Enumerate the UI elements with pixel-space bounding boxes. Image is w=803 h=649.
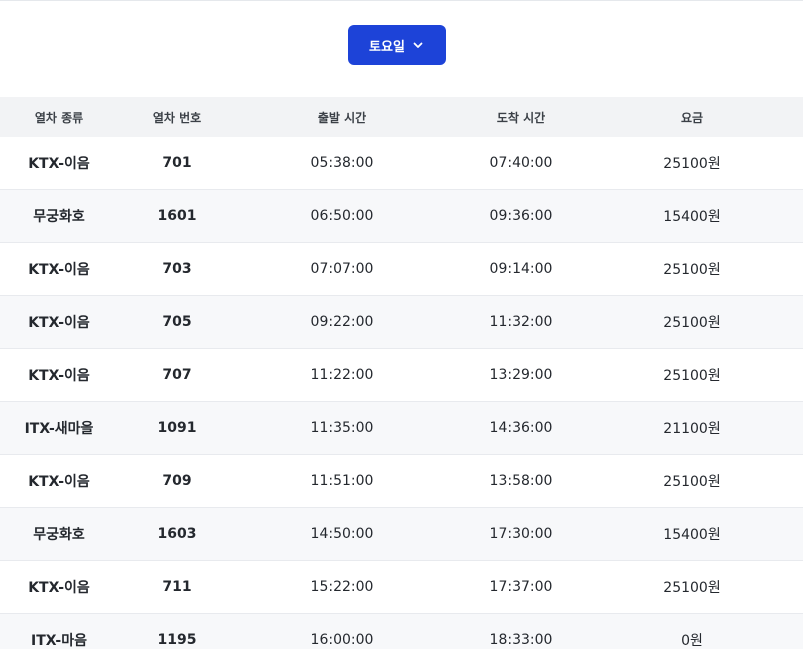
cell-train-number: 709 [162,473,192,489]
cell-train-number: 707 [162,367,192,383]
cell-train-type: KTX-이음 [28,262,90,278]
table-row[interactable]: ITX-마음 1195 16:00:00 18:33:00 0원 [0,614,803,649]
cell-arrival-time: 11:32:00 [489,314,553,330]
cell-train-type: KTX-이음 [28,580,90,596]
cell-fare: 15400원 [663,209,721,225]
cell-arrival-time: 09:14:00 [489,261,553,277]
cell-fare: 0원 [681,633,703,649]
cell-train-number: 1195 [157,632,197,648]
table-row[interactable]: KTX-이음 707 11:22:00 13:29:00 25100원 [0,349,803,402]
cell-train-type: KTX-이음 [28,474,90,490]
chevron-down-icon [413,42,423,48]
cell-fare: 25100원 [663,315,721,331]
header-departure-time: 출발 시간 [317,110,367,125]
header-train-type: 열차 종류 [34,110,84,125]
header-fare: 요금 [680,110,704,125]
cell-departure-time: 06:50:00 [310,208,374,224]
cell-train-type: 무궁화호 [33,209,85,225]
table-row[interactable]: KTX-이음 709 11:51:00 13:58:00 25100원 [0,455,803,508]
cell-departure-time: 11:51:00 [310,473,374,489]
cell-departure-time: 11:35:00 [310,420,374,436]
table-row[interactable]: 무궁화호 1601 06:50:00 09:36:00 15400원 [0,190,803,243]
cell-departure-time: 16:00:00 [310,632,374,648]
cell-arrival-time: 13:58:00 [489,473,553,489]
cell-train-type: ITX-마음 [31,633,87,649]
table-row[interactable]: 무궁화호 1603 14:50:00 17:30:00 15400원 [0,508,803,561]
cell-train-number: 1091 [157,420,197,436]
cell-arrival-time: 17:30:00 [489,526,553,542]
cell-departure-time: 07:07:00 [310,261,374,277]
cell-train-type: KTX-이음 [28,368,90,384]
cell-arrival-time: 13:29:00 [489,367,553,383]
cell-train-type: KTX-이음 [28,156,90,172]
cell-arrival-time: 07:40:00 [489,155,553,171]
cell-train-type: KTX-이음 [28,315,90,331]
cell-fare: 25100원 [663,580,721,596]
cell-train-number: 711 [162,579,192,595]
day-select-button[interactable]: 토요일 [348,25,446,65]
train-table: 열차 종류 열차 번호 출발 시간 도착 시간 요금 KTX-이음 701 05… [0,97,803,649]
cell-fare: 25100원 [663,262,721,278]
cell-departure-time: 14:50:00 [310,526,374,542]
cell-departure-time: 15:22:00 [310,579,374,595]
cell-arrival-time: 17:37:00 [489,579,553,595]
cell-train-number: 1601 [157,208,197,224]
day-select-label: 토요일 [369,39,405,55]
cell-fare: 15400원 [663,527,721,543]
cell-fare: 25100원 [663,156,721,172]
cell-departure-time: 11:22:00 [310,367,374,383]
table-row[interactable]: KTX-이음 701 05:38:00 07:40:00 25100원 [0,137,803,190]
cell-train-type: 무궁화호 [33,527,85,543]
cell-train-number: 703 [162,261,192,277]
table-row[interactable]: KTX-이음 703 07:07:00 09:14:00 25100원 [0,243,803,296]
table-row[interactable]: ITX-새마을 1091 11:35:00 14:36:00 21100원 [0,402,803,455]
cell-fare: 21100원 [663,421,721,437]
cell-train-number: 705 [162,314,192,330]
top-divider [0,0,803,1]
table-row[interactable]: KTX-이음 711 15:22:00 17:37:00 25100원 [0,561,803,614]
cell-train-type: ITX-새마을 [24,421,94,437]
cell-fare: 25100원 [663,368,721,384]
header-arrival-time: 도착 시간 [496,110,546,125]
header-train-number: 열차 번호 [152,110,202,125]
cell-departure-time: 09:22:00 [310,314,374,330]
cell-departure-time: 05:38:00 [310,155,374,171]
cell-train-number: 1603 [157,526,197,542]
cell-arrival-time: 09:36:00 [489,208,553,224]
table-row[interactable]: KTX-이음 705 09:22:00 11:32:00 25100원 [0,296,803,349]
train-schedule-page: 토요일 열차 종류 열차 번호 출발 시간 도착 시간 요금 KTX-이음 70… [0,0,803,649]
cell-train-number: 701 [162,155,192,171]
cell-arrival-time: 14:36:00 [489,420,553,436]
table-header: 열차 종류 열차 번호 출발 시간 도착 시간 요금 [0,97,803,137]
cell-arrival-time: 18:33:00 [489,632,553,648]
cell-fare: 25100원 [663,474,721,490]
